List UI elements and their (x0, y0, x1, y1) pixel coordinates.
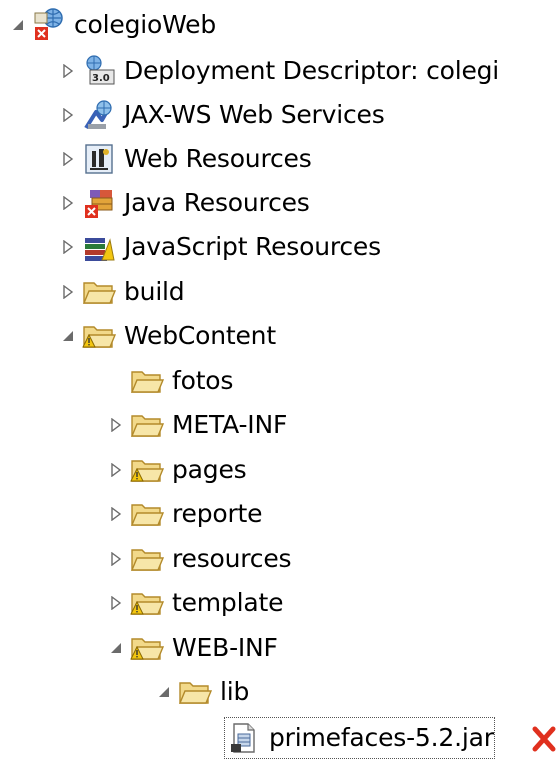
web-resources-icon (80, 137, 118, 181)
tree-item-reporte[interactable]: reporte (104, 492, 263, 536)
web-project-error-icon (30, 3, 68, 47)
tree-item-deployment-descriptor[interactable]: 3.0 Deployment Descriptor: colegi (56, 49, 499, 93)
tree-item-web-resources[interactable]: Web Resources (56, 137, 312, 181)
folder-warning-icon (128, 448, 166, 492)
jar-file-icon (225, 716, 263, 760)
folder-icon (128, 359, 166, 403)
tree-item-label: pages (172, 455, 247, 484)
collapsed-twisty-icon[interactable] (104, 492, 128, 536)
folder-icon (128, 403, 166, 447)
expanded-twisty-icon[interactable] (104, 626, 128, 670)
jaxws-webservices-icon (80, 93, 118, 137)
tree-item-label: WebContent (124, 321, 276, 350)
tree-item-primefaces-jar[interactable]: primefaces-5.2.jar (200, 716, 495, 760)
tree-item-template[interactable]: template (104, 581, 283, 625)
folder-warning-icon (80, 314, 118, 358)
collapsed-twisty-icon[interactable] (56, 49, 80, 93)
collapsed-twisty-icon[interactable] (56, 225, 80, 269)
java-resources-error-icon (80, 181, 118, 225)
tree-item-label: Java Resources (124, 188, 310, 217)
tree-item-resources[interactable]: resources (104, 537, 292, 581)
expanded-twisty-icon[interactable] (6, 3, 30, 47)
collapsed-twisty-icon[interactable] (56, 137, 80, 181)
no-twisty (200, 716, 224, 760)
collapsed-twisty-icon[interactable] (56, 270, 80, 314)
project-explorer-tree: colegioWeb 3.0 Deployment Descriptor: co… (0, 0, 560, 763)
tree-item-label: colegioWeb (74, 10, 216, 39)
expanded-twisty-icon[interactable] (56, 314, 80, 358)
folder-icon (80, 270, 118, 314)
tree-item-label: reporte (172, 499, 263, 528)
tree-item-label: WEB-INF (172, 633, 278, 662)
collapsed-twisty-icon[interactable] (104, 448, 128, 492)
collapsed-twisty-icon[interactable] (104, 581, 128, 625)
folder-open-icon (176, 670, 214, 714)
tree-item-web-inf[interactable]: WEB-INF (104, 626, 278, 670)
collapsed-twisty-icon[interactable] (56, 181, 80, 225)
tree-item-pages[interactable]: pages (104, 448, 247, 492)
javascript-resources-icon (80, 225, 118, 269)
collapsed-twisty-icon[interactable] (104, 537, 128, 581)
tree-item-java-resources[interactable]: Java Resources (56, 181, 310, 225)
tree-item-label: build (124, 277, 185, 306)
tree-item-webcontent[interactable]: WebContent (56, 314, 276, 358)
collapsed-twisty-icon[interactable] (104, 403, 128, 447)
tree-item-label: JAX-WS Web Services (124, 100, 385, 129)
folder-icon (128, 537, 166, 581)
tree-item-label: Web Resources (124, 144, 312, 173)
folder-icon (128, 492, 166, 536)
deployment-descriptor-icon: 3.0 (80, 49, 118, 93)
tree-item-label: META-INF (172, 410, 288, 439)
tree-item-label: lib (220, 677, 250, 706)
folder-warning-icon (128, 581, 166, 625)
red-x-error-icon (527, 719, 560, 759)
tree-item-lib[interactable]: lib (152, 670, 249, 714)
tree-item-colegioweb[interactable]: colegioWeb (6, 3, 216, 47)
expanded-twisty-icon[interactable] (152, 670, 176, 714)
tree-item-label: primefaces-5.2.jar (269, 723, 494, 752)
no-twisty (104, 359, 128, 403)
tree-item-label: template (172, 588, 284, 617)
tree-item-fotos[interactable]: fotos (104, 359, 233, 403)
tree-item-jaxws[interactable]: JAX-WS Web Services (56, 93, 385, 137)
collapsed-twisty-icon[interactable] (56, 93, 80, 137)
tree-item-label: Deployment Descriptor: colegi (124, 56, 500, 85)
tree-item-label: JavaScript Resources (124, 232, 381, 261)
svg-text:3.0: 3.0 (92, 73, 110, 84)
tree-item-meta-inf[interactable]: META-INF (104, 403, 287, 447)
selection-box[interactable]: primefaces-5.2.jar (224, 717, 495, 759)
tree-item-label: fotos (172, 366, 234, 395)
tree-item-label: resources (172, 544, 292, 573)
tree-item-build[interactable]: build (56, 270, 185, 314)
tree-item-javascript-resources[interactable]: JavaScript Resources (56, 225, 381, 269)
folder-warning-icon (128, 626, 166, 670)
